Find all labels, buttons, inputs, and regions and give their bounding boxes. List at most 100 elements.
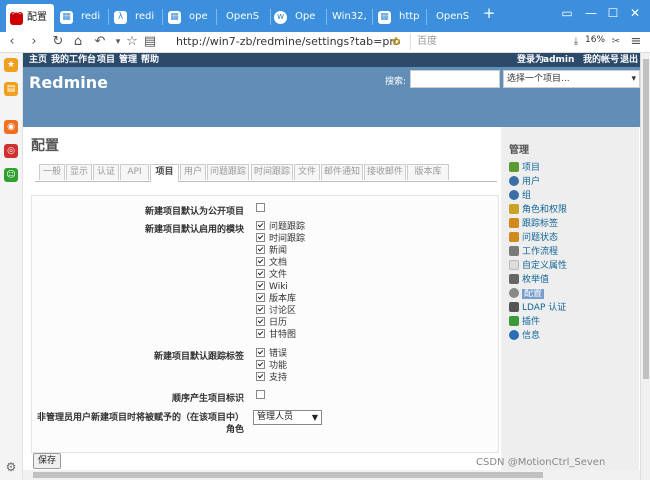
sidebar-item-enumerations[interactable]: 枚举值 [509,273,549,286]
notes-icon[interactable]: ▤ [4,82,18,96]
sequential-id-checkbox[interactable] [256,390,269,402]
module-checkbox[interactable]: 时间跟踪 [256,233,305,245]
sidebar-item-custom-fields[interactable]: 自定义属性 [509,259,567,272]
browser-tab-active[interactable]: ⌒ 配置 [6,4,54,32]
search-input[interactable] [410,70,500,88]
browser-search-input[interactable]: 百度 [410,34,571,50]
project-jump-select[interactable]: 选择一个项目... ▾ [503,70,640,88]
logged-in-user[interactable]: admin [543,53,574,67]
tracker-checkbox[interactable]: 功能 [256,360,287,372]
browser-tab[interactable]: ▦ redi [60,6,104,28]
reader-icon[interactable]: ▤ [142,34,158,50]
tab-authentication[interactable]: 认证 [93,164,119,180]
tab-email-notifications[interactable]: 邮件通知 [321,164,363,180]
sidebar-item-ldap[interactable]: LDAP 认证 [509,301,566,314]
module-checkbox[interactable]: 文件 [256,269,287,281]
tab-issue-tracking[interactable]: 问题跟踪 [207,164,249,180]
browser-tab[interactable]: OpenS [222,6,270,28]
top-menu-my-page[interactable]: 我的工作台 [51,53,96,67]
tab-time-tracking[interactable]: 时间跟踪 [251,164,293,180]
favorite-star-icon[interactable]: ☆ [124,34,140,50]
tab-users[interactable]: 用户 [180,164,206,180]
url-field[interactable]: http://win7-zb/redmine/settings?tab=pro [176,35,400,48]
save-button[interactable]: 保存 [33,453,61,469]
minimize-icon[interactable]: — [582,6,600,20]
new-tab-button[interactable]: + [480,4,498,22]
public-checkbox[interactable] [256,203,269,215]
module-checkbox[interactable]: 甘特图 [256,329,296,341]
sidebar-item-plugins[interactable]: 插件 [509,315,541,328]
sidebar-item-label: 插件 [522,317,541,327]
maximize-icon[interactable]: ☐ [604,6,622,20]
tab-repositories[interactable]: 版本库 [407,164,449,180]
module-checkbox[interactable]: 讨论区 [256,305,296,317]
module-checkbox[interactable]: 日历 [256,317,287,329]
sidebar-item-trackers[interactable]: 跟踪标签 [509,217,558,230]
browser-tab[interactable]: ▦ ope [168,6,212,28]
module-checkbox[interactable]: 新闻 [256,245,287,257]
restore-tabs-icon[interactable]: ▭ [558,6,576,20]
browser-tab-label: OpenS [226,11,260,22]
app-icon[interactable]: ☺ [4,168,18,182]
tab-api[interactable]: API [120,164,149,180]
tracker-checkbox[interactable]: 支持 [256,372,287,384]
menu-icon[interactable]: ≡ [628,34,644,50]
sidebar-item-workflow[interactable]: 工作流程 [509,245,558,258]
browser-tab[interactable]: λ redi [114,6,158,28]
browser-tab-label: ope [189,11,208,22]
browser-tab[interactable]: Win32, [330,6,378,28]
top-menu-help[interactable]: 帮助 [141,53,159,67]
browser-tab[interactable]: OpenS [432,6,478,28]
module-checkbox[interactable]: 版本库 [256,293,296,305]
weibo-icon[interactable]: ◎ [4,144,18,158]
browser-tab-icon: λ [114,10,127,24]
sidebar-item-groups[interactable]: 组 [509,189,531,202]
rss-icon[interactable]: ◉ [4,120,18,134]
admin-sidebar: 管理 项目 用户 组 角色和权限 跟踪标签 问题状态 工作流程 自定义属性 枚举… [501,127,639,480]
logout-link[interactable]: 退出 [620,53,638,67]
back-icon[interactable]: ‹ [4,34,20,50]
module-label: Wiki [269,282,288,292]
browser-tab-label: 配置 [27,12,47,23]
home-icon[interactable]: ⌂ [70,34,86,50]
module-checkbox[interactable]: 问题跟踪 [256,221,305,233]
tab-display[interactable]: 显示 [66,164,92,180]
close-window-icon[interactable]: ✕ [626,6,644,20]
browser-tab[interactable]: w Ope [274,6,322,28]
sidebar-item-projects[interactable]: 项目 [509,161,540,174]
vertical-scrollbar[interactable] [640,53,650,480]
reload-icon[interactable]: ↻ [50,34,66,50]
chevron-down-icon: ▼ [311,413,318,422]
main-content: 配置 一般 显示 认证 API 项目 用户 问题跟踪 时间跟踪 文件 邮件通知 … [23,127,501,480]
module-checkbox[interactable]: 文档 [256,257,287,269]
forward-icon[interactable]: › [26,34,42,50]
settings-panel: 新建项目默认为公开项目 新建项目默认启用的模块 问题跟踪 时间跟踪 新闻 文档 … [31,195,499,453]
creator-role-select[interactable]: 管理人员 ▼ [253,410,322,425]
download-icon[interactable]: ⤓ [568,34,584,50]
module-label: 新闻 [269,246,288,256]
tab-incoming-emails[interactable]: 接收邮件 [364,164,406,180]
tab-general[interactable]: 一般 [39,164,65,180]
horizontal-scrollbar[interactable] [23,470,640,480]
top-menu-home[interactable]: 主页 [29,53,47,67]
cut-icon[interactable]: ✂ [608,34,624,50]
top-menu-admin[interactable]: 管理 [119,53,137,67]
browser-tab[interactable]: ▦ http [378,6,422,28]
top-menu-projects[interactable]: 项目 [97,53,115,67]
tab-files[interactable]: 文件 [294,164,320,180]
sidebar-item-roles[interactable]: 角色和权限 [509,203,567,216]
tab-projects[interactable]: 项目 [150,164,179,182]
sidebar-item-users[interactable]: 用户 [509,175,540,188]
browser-tab-label: OpenS [436,11,470,22]
tracker-checkbox[interactable]: 错误 [256,348,287,360]
module-checkbox[interactable]: Wiki [256,281,288,293]
sidebar-item-settings[interactable]: 配置 [509,287,545,300]
extension-icon[interactable]: ✿ [388,34,404,50]
sidebar-item-issue-statuses[interactable]: 问题状态 [509,231,558,244]
undo-icon[interactable]: ↶ [92,34,108,50]
sidebar-item-info[interactable]: 信息 [509,329,541,342]
settings-gear-icon[interactable]: ⚙ [4,460,18,474]
sidebar-item-label: 信息 [522,331,541,341]
my-account-link[interactable]: 我的帐号 [583,53,619,67]
star-icon[interactable]: ★ [4,58,18,72]
